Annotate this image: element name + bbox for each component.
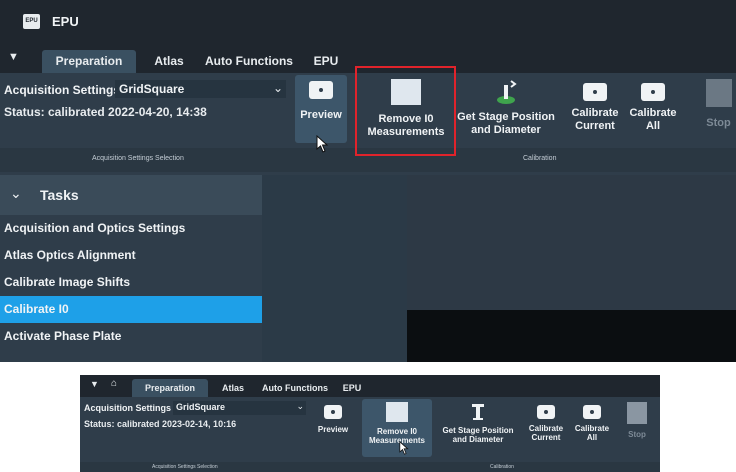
task-item[interactable]: Atlas Optics Alignment (0, 242, 262, 269)
remove-icon (386, 402, 408, 422)
preview-button[interactable]: Preview (295, 75, 347, 143)
stop-label: Stop (706, 117, 731, 129)
menu-toggle-icon[interactable]: ▼ (90, 379, 99, 389)
calibrate-all-button[interactable]: Calibrate All (570, 399, 614, 457)
stop-label: Stop (628, 430, 646, 439)
calibration-section-label: Calibration (523, 155, 557, 162)
epu-window-bottom: ▼ ⌂ Preparation Atlas Auto Functions EPU… (80, 375, 660, 472)
epu-logo-icon: EPU (23, 14, 40, 29)
tab-epu[interactable]: EPU (336, 379, 368, 397)
tab-auto-functions[interactable]: Auto Functions (203, 50, 295, 73)
acquisition-settings-label: Acquisition Settings (4, 83, 121, 97)
preview-button[interactable]: Preview (312, 399, 354, 455)
tab-auto-functions[interactable]: Auto Functions (258, 379, 332, 397)
camera-icon (583, 83, 607, 101)
task-item[interactable]: Activate Phase Plate (0, 323, 262, 350)
acquisition-settings-label: Acquisition Settings (84, 403, 172, 413)
title-bar: EPU EPU (0, 0, 736, 44)
tab-preparation[interactable]: Preparation (132, 379, 208, 397)
camera-icon (324, 405, 342, 419)
highlight-box (355, 66, 456, 156)
tasks-title: Tasks (40, 187, 79, 203)
camera-icon (583, 405, 601, 419)
calibrate-current-button[interactable]: Calibrate Current (524, 399, 568, 457)
stop-button[interactable]: Stop (620, 399, 654, 457)
calibration-section-label: Calibration (490, 464, 514, 470)
tasks-header[interactable]: ⌄ Tasks (0, 175, 262, 215)
task-item[interactable]: Acquisition and Optics Settings (0, 215, 262, 242)
section-labels-bar: Acquisition Settings Selection Calibrati… (80, 462, 660, 472)
task-item-selected[interactable]: Calibrate I0 (0, 296, 262, 323)
preview-label: Preview (317, 425, 349, 434)
status-text: Status: calibrated 2023-02-14, 10:16 (84, 419, 237, 429)
stop-icon (705, 79, 732, 107)
chevron-down-icon: ⌄ (272, 81, 283, 95)
remove-i0-label: Remove I0 Measurements (368, 427, 426, 446)
app-title: EPU (52, 14, 79, 29)
stop-icon (627, 402, 647, 424)
calibrate-all-label: Calibrate All (629, 107, 677, 132)
camera-icon (641, 83, 665, 101)
tab-preparation[interactable]: Preparation (42, 50, 136, 73)
stage-position-icon (497, 80, 517, 104)
camera-icon (309, 81, 333, 99)
tab-epu[interactable]: EPU (304, 50, 348, 73)
stop-button[interactable]: Stop (701, 75, 736, 153)
ribbon: Acquisition Settings GridSquare ⌄ Status… (80, 397, 660, 472)
get-stage-label: Get Stage Position and Diameter (457, 111, 555, 136)
mouse-cursor-icon (399, 441, 409, 455)
acq-selection-section-label: Acquisition Settings Selection (152, 464, 218, 470)
calibrate-current-label: Calibrate Current (528, 424, 564, 443)
status-text: Status: calibrated 2022-04-20, 14:38 (4, 105, 207, 119)
mouse-cursor-icon (316, 135, 329, 153)
task-content-pane (262, 175, 407, 362)
acquisition-settings-value: GridSquare (119, 82, 185, 96)
remove-i0-measurements-button[interactable]: Remove I0 Measurements (362, 399, 432, 457)
epu-window-top: EPU EPU ▼ Preparation Atlas Auto Functio… (0, 0, 736, 362)
get-stage-label: Get Stage Position and Diameter (442, 426, 514, 445)
calibrate-current-label: Calibrate Current (571, 107, 619, 132)
image-view-pane (407, 175, 736, 310)
tab-atlas[interactable]: Atlas (143, 50, 195, 73)
menu-toggle-icon[interactable]: ▼ (8, 51, 19, 63)
image-view-black (407, 310, 736, 362)
calibrate-all-label: Calibrate All (574, 424, 610, 443)
camera-icon (537, 405, 555, 419)
get-stage-position-button[interactable]: Get Stage Position and Diameter (453, 75, 559, 153)
acquisition-settings-select[interactable]: GridSquare ⌄ (115, 80, 286, 98)
preview-label: Preview (300, 109, 342, 121)
tasks-panel: ⌄ Tasks Acquisition and Optics Settings … (0, 175, 262, 362)
acquisition-settings-value: GridSquare (176, 402, 226, 412)
calibrate-all-button[interactable]: Calibrate All (625, 75, 681, 153)
chevron-down-icon: ⌄ (10, 185, 22, 201)
acq-selection-section-label: Acquisition Settings Selection (92, 155, 184, 162)
tab-atlas[interactable]: Atlas (215, 379, 251, 397)
calibrate-current-button[interactable]: Calibrate Current (567, 75, 623, 153)
acquisition-settings-select[interactable]: GridSquare ⌄ (173, 401, 306, 415)
home-icon[interactable]: ⌂ (111, 378, 117, 389)
stage-position-icon (472, 404, 484, 420)
chevron-down-icon: ⌄ (296, 401, 304, 411)
task-item[interactable]: Calibrate Image Shifts (0, 269, 262, 296)
get-stage-position-button[interactable]: Get Stage Position and Diameter (436, 399, 520, 457)
tab-bar: ▼ ⌂ Preparation Atlas Auto Functions EPU (80, 375, 660, 397)
